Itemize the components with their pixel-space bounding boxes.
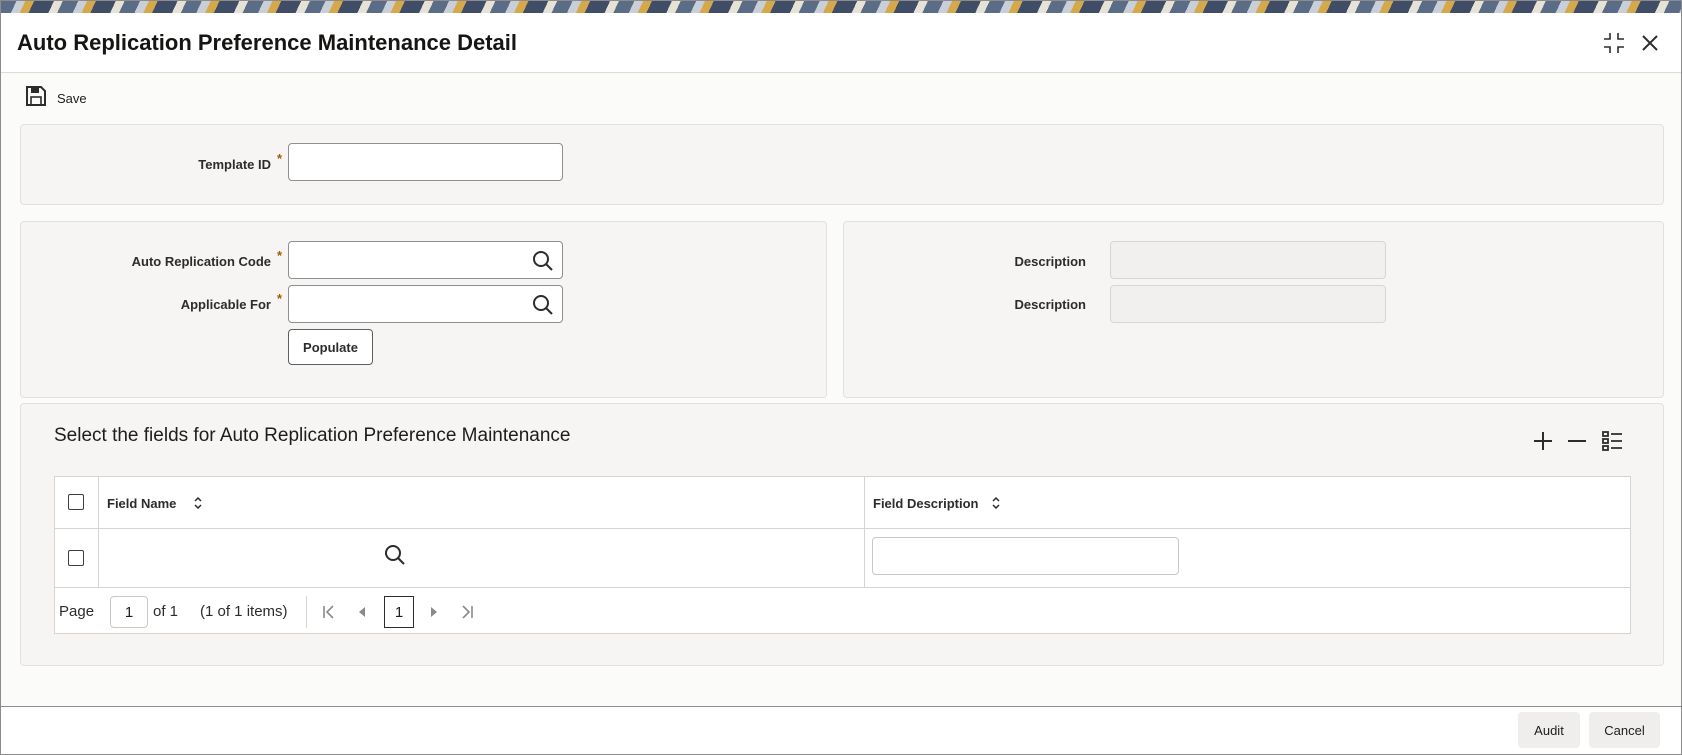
page-button[interactable]: 1 bbox=[384, 596, 414, 628]
save-button[interactable]: Save bbox=[25, 85, 87, 111]
grid-section-title: Select the fields for Auto Replication P… bbox=[54, 425, 571, 446]
footer-bar: Audit Cancel bbox=[1, 706, 1681, 754]
populate-button[interactable]: Populate bbox=[288, 329, 373, 365]
fields-grid: Field Name Field Description Page 1 of 1… bbox=[54, 476, 1631, 634]
next-page-icon[interactable] bbox=[423, 601, 445, 623]
description-label: Description bbox=[1014, 297, 1086, 312]
search-icon[interactable] bbox=[532, 250, 554, 272]
first-page-icon[interactable] bbox=[318, 601, 340, 623]
page-number-input[interactable]: 1 bbox=[110, 596, 148, 628]
description-field bbox=[1110, 285, 1386, 323]
search-icon[interactable] bbox=[384, 544, 406, 566]
required-marker: * bbox=[277, 151, 283, 166]
column-header-field-description[interactable]: Field Description bbox=[873, 496, 978, 511]
template-id-label: Template ID bbox=[198, 157, 271, 172]
title-bar: Auto Replication Preference Maintenance … bbox=[1, 13, 1681, 73]
search-icon[interactable] bbox=[532, 294, 554, 316]
last-page-icon[interactable] bbox=[456, 601, 478, 623]
description-label: Description bbox=[1014, 254, 1086, 269]
field-description-input[interactable] bbox=[872, 537, 1179, 575]
description-panel: Description Description bbox=[843, 221, 1664, 398]
row-checkbox[interactable] bbox=[68, 550, 84, 566]
description-field bbox=[1110, 241, 1386, 279]
previous-page-icon[interactable] bbox=[351, 601, 373, 623]
window-top-decoration bbox=[1, 1, 1681, 13]
template-panel: Template ID * bbox=[20, 124, 1664, 205]
pager-items-label: (1 of 1 items) bbox=[200, 603, 288, 620]
save-label: Save bbox=[57, 90, 87, 106]
pager-page-label: Page bbox=[59, 603, 95, 620]
detail-window: Auto Replication Preference Maintenance … bbox=[0, 0, 1682, 755]
auto-replication-code-label: Auto Replication Code bbox=[131, 254, 271, 269]
required-marker: * bbox=[277, 291, 283, 306]
sort-icon[interactable] bbox=[193, 496, 203, 510]
remove-icon[interactable] bbox=[1565, 429, 1589, 453]
page-title: Auto Replication Preference Maintenance … bbox=[17, 30, 518, 55]
select-all-checkbox[interactable] bbox=[68, 494, 84, 510]
applicable-for-label: Applicable For bbox=[180, 297, 271, 312]
sort-icon[interactable] bbox=[991, 496, 1001, 510]
pager-total-label: of 1 bbox=[153, 603, 179, 620]
close-icon[interactable] bbox=[1636, 29, 1664, 57]
column-header-field-name[interactable]: Field Name bbox=[107, 496, 176, 511]
add-icon[interactable] bbox=[1531, 429, 1555, 453]
code-panel: Auto Replication Code * Applicable For *… bbox=[20, 221, 827, 398]
audit-button[interactable]: Audit bbox=[1518, 712, 1580, 748]
floppy-disk-icon bbox=[25, 85, 47, 112]
cancel-button[interactable]: Cancel bbox=[1589, 712, 1660, 748]
applicable-for-field[interactable] bbox=[288, 285, 563, 323]
template-id-field[interactable] bbox=[288, 143, 563, 181]
required-marker: * bbox=[277, 248, 283, 263]
maximize-icon[interactable] bbox=[1600, 29, 1628, 57]
auto-replication-code-field[interactable] bbox=[288, 241, 563, 279]
list-view-icon[interactable] bbox=[1600, 429, 1624, 453]
